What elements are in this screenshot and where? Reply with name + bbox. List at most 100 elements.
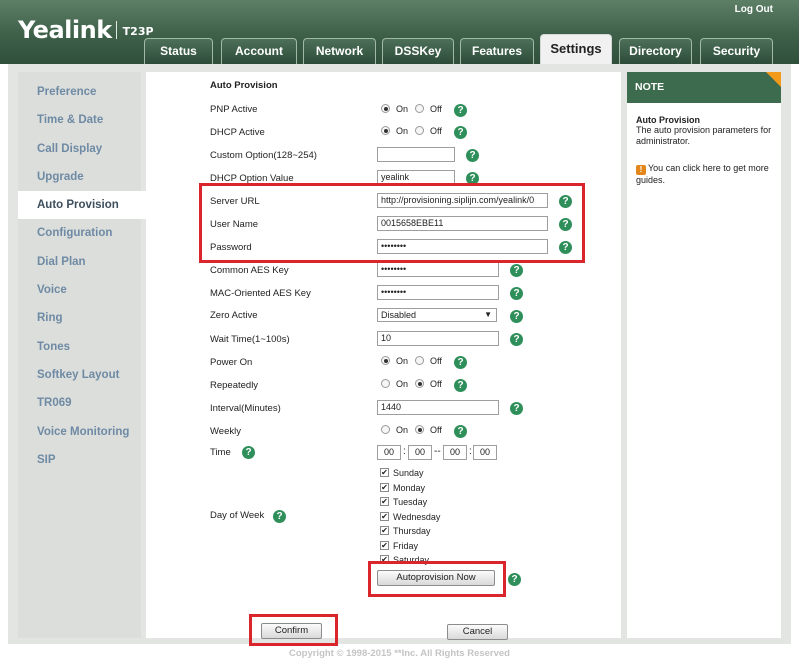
logo-divider	[115, 21, 117, 39]
power-on-help-icon[interactable]: ?	[454, 356, 467, 369]
sunday-checkbox[interactable]: ✔	[380, 468, 389, 477]
interval-input[interactable]: 1440	[377, 400, 499, 415]
sidebar-item-sip[interactable]: SIP	[18, 446, 141, 474]
note-panel: NOTE Auto Provision The auto provision p…	[627, 72, 781, 638]
tab-settings[interactable]: Settings	[540, 34, 612, 65]
tuesday-label: Tuesday	[393, 497, 428, 507]
repeatedly-label: Repeatedly	[210, 380, 259, 391]
pnp-active-on-label: On	[396, 104, 409, 114]
pnp-active-off-label: Off	[430, 104, 442, 114]
weekly-help-icon[interactable]: ?	[454, 425, 467, 438]
friday-checkbox[interactable]: ✔	[380, 540, 389, 550]
thursday-checkbox[interactable]: ✔	[380, 526, 389, 535]
common-aes-key-input[interactable]: ••••••••	[377, 262, 499, 277]
time-start-hour-input[interactable]: 00	[377, 445, 401, 460]
sidebar-item-time-date[interactable]: Time & Date	[18, 106, 141, 134]
logo-text: Yealink	[18, 16, 112, 44]
repeatedly-off-label: Off	[430, 379, 442, 389]
section-title: Auto Provision	[210, 80, 278, 91]
zero-active-help-icon[interactable]: ?	[510, 310, 523, 323]
repeatedly-help-icon[interactable]: ?	[454, 379, 467, 392]
cancel-button[interactable]: Cancel	[447, 624, 508, 640]
custom-option-help-icon[interactable]: ?	[466, 149, 479, 162]
weekly-label: Weekly	[210, 426, 241, 437]
tab-directory[interactable]: Directory	[619, 38, 692, 65]
friday-label: Friday	[393, 540, 419, 551]
sidebar-item-upgrade[interactable]: Upgrade	[18, 163, 141, 191]
tab-security[interactable]: Security	[700, 38, 773, 65]
warning-icon: !	[636, 165, 646, 175]
time-end-minute-input[interactable]: 00	[473, 445, 497, 460]
highlight-autoprovision-box	[368, 561, 506, 597]
weekly-on-radio[interactable]	[381, 425, 390, 434]
logout-link[interactable]: Log Out	[735, 4, 773, 15]
power-on-on-radio[interactable]	[381, 356, 390, 365]
sidebar-item-preference[interactable]: Preference	[18, 78, 141, 106]
power-on-off-label: Off	[430, 356, 442, 366]
dhcp-active-on-radio[interactable]	[381, 126, 390, 135]
power-on-off-radio[interactable]	[415, 356, 424, 365]
sunday-label: Sunday	[393, 468, 424, 478]
repeatedly-on-label: On	[396, 379, 409, 389]
interval-label: Interval(Minutes)	[210, 403, 281, 414]
sidebar-item-configuration[interactable]: Configuration	[18, 219, 141, 247]
tab-status[interactable]: Status	[144, 38, 213, 65]
autoprovision-help-icon[interactable]: ?	[508, 573, 521, 586]
sidebar-item-tones[interactable]: Tones	[18, 333, 141, 361]
settings-sidebar: Preference Time & Date Call Display Upgr…	[18, 72, 146, 638]
highlight-credentials-box	[199, 183, 585, 263]
time-help-icon[interactable]: ?	[242, 446, 255, 459]
repeatedly-on-radio[interactable]	[381, 379, 390, 388]
custom-option-input[interactable]	[377, 147, 455, 162]
weekly-off-radio[interactable]	[415, 425, 424, 434]
custom-option-label: Custom Option(128~254)	[210, 150, 317, 161]
wednesday-label: Wednesday	[393, 511, 441, 522]
tuesday-checkbox[interactable]: ✔	[380, 497, 389, 506]
yealink-logo: Yealink T23P	[18, 16, 154, 44]
sidebar-item-softkey-layout[interactable]: Softkey Layout	[18, 361, 141, 389]
time-label: Time	[210, 447, 231, 458]
wednesday-checkbox[interactable]: ✔	[380, 511, 389, 521]
sidebar-item-voice-monitoring[interactable]: Voice Monitoring	[18, 418, 141, 446]
tab-account[interactable]: Account	[221, 38, 297, 65]
common-aes-key-help-icon[interactable]: ?	[510, 264, 523, 277]
sidebar-item-dial-plan[interactable]: Dial Plan	[18, 248, 141, 276]
pnp-active-off-radio[interactable]	[415, 104, 424, 113]
day-of-week-help-icon[interactable]: ?	[273, 510, 286, 523]
common-aes-key-label: Common AES Key	[210, 265, 289, 276]
mac-aes-key-help-icon[interactable]: ?	[510, 287, 523, 300]
model-label: T23P	[122, 25, 154, 38]
tab-dsskey[interactable]: DSSKey	[382, 38, 454, 65]
dhcp-active-off-radio[interactable]	[415, 126, 424, 135]
sidebar-item-auto-provision[interactable]: Auto Provision	[18, 191, 146, 220]
wait-time-input[interactable]: 10	[377, 331, 499, 346]
pnp-active-help-icon[interactable]: ?	[454, 104, 467, 117]
time-range-separator: --	[434, 446, 441, 457]
sidebar-item-tr069[interactable]: TR069	[18, 389, 141, 417]
zero-active-select[interactable]: Disabled ▼	[377, 308, 497, 322]
note-guide-text: You can click here to get more guides.	[636, 163, 769, 185]
zero-active-label: Zero Active	[210, 310, 258, 321]
time-colon: :	[403, 446, 406, 457]
power-on-on-label: On	[396, 356, 409, 366]
dhcp-active-help-icon[interactable]: ?	[454, 126, 467, 139]
repeatedly-off-radio[interactable]	[415, 379, 424, 388]
sidebar-item-voice[interactable]: Voice	[18, 276, 141, 304]
monday-checkbox[interactable]: ✔	[380, 482, 389, 492]
weekly-off-label: Off	[430, 425, 442, 435]
pnp-active-label: PNP Active	[210, 104, 258, 115]
tab-network[interactable]: Network	[303, 38, 376, 65]
sidebar-item-ring[interactable]: Ring	[18, 304, 141, 332]
sidebar-item-call-display[interactable]: Call Display	[18, 135, 141, 163]
note-text: The auto provision parameters for admini…	[636, 125, 772, 146]
tab-features[interactable]: Features	[460, 38, 534, 65]
time-end-hour-input[interactable]: 00	[443, 445, 467, 460]
time-start-minute-input[interactable]: 00	[408, 445, 432, 460]
interval-help-icon[interactable]: ?	[510, 402, 523, 415]
note-corner-decoration	[766, 72, 781, 87]
mac-aes-key-input[interactable]: ••••••••	[377, 285, 499, 300]
zero-active-value: Disabled	[381, 310, 417, 320]
wait-time-help-icon[interactable]: ?	[510, 333, 523, 346]
note-guide-link[interactable]: ! You can click here to get more guides.	[636, 163, 776, 186]
pnp-active-on-radio[interactable]	[381, 104, 390, 113]
